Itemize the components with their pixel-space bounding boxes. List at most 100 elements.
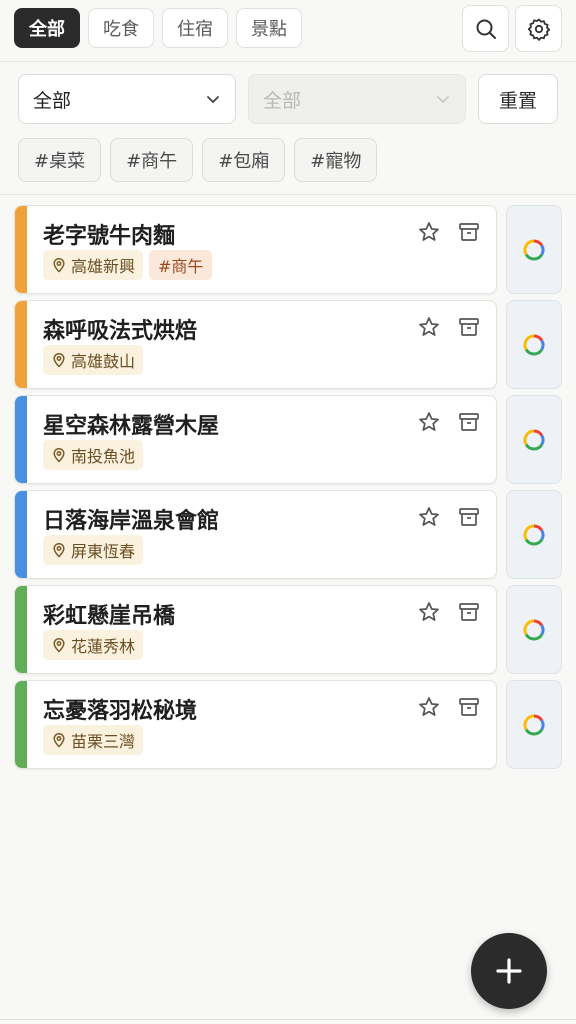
place-badges: 高雄鼓山	[43, 345, 144, 375]
tab-sights[interactable]: 景點	[236, 8, 302, 48]
google-icon	[523, 618, 545, 640]
primary-select[interactable]: 全部	[18, 74, 236, 124]
archive-icon[interactable]	[457, 410, 481, 434]
place-card[interactable]: 彩虹懸崖吊橋 花蓮秀林	[14, 585, 497, 674]
google-link-button[interactable]	[506, 300, 562, 389]
archive-icon[interactable]	[457, 220, 481, 244]
place-card[interactable]: 星空森林露營木屋 南投魚池	[14, 395, 497, 484]
secondary-select-value: 全部	[263, 89, 302, 112]
filter-panel: 全部 全部 重置 #桌菜 #商午 #包廂 #寵物	[0, 62, 576, 195]
divider	[0, 1019, 576, 1020]
place-badges: 花蓮秀林	[43, 630, 144, 660]
google-link-button[interactable]	[506, 395, 562, 484]
tag-filter-private-room[interactable]: #包廂	[202, 138, 286, 182]
list-item: 老字號牛肉麵 高雄新興 #商午	[14, 205, 564, 300]
top-bar: 全部 吃食 住宿 景點	[0, 0, 576, 62]
location-text: 屏東恆春	[71, 542, 136, 561]
location-badge: 高雄新興	[43, 250, 144, 280]
location-badge: 花蓮秀林	[43, 630, 144, 660]
location-badge: 南投魚池	[43, 440, 144, 470]
star-icon[interactable]	[417, 695, 441, 719]
app: 全部 吃食 住宿 景點 全部 全部 重置 #桌菜 #商午 #包廂 #寵物 老字號…	[0, 0, 576, 1024]
chevron-down-icon	[437, 96, 449, 104]
map-pin-icon	[53, 448, 65, 463]
category-color-bar	[15, 586, 27, 673]
list-item: 星空森林露營木屋 南投魚池	[14, 395, 564, 490]
place-title: 日落海岸溫泉會館	[43, 509, 220, 534]
tag-filter-pets[interactable]: #寵物	[294, 138, 378, 182]
category-color-bar	[15, 206, 27, 293]
map-pin-icon	[53, 543, 65, 558]
location-text: 苗栗三灣	[71, 732, 136, 751]
google-icon	[523, 333, 545, 355]
place-title: 彩虹懸崖吊橋	[43, 604, 176, 629]
google-link-button[interactable]	[506, 490, 562, 579]
google-icon	[523, 713, 545, 735]
chevron-down-icon	[207, 96, 219, 104]
place-badges: 苗栗三灣	[43, 725, 144, 755]
map-pin-icon	[53, 353, 65, 368]
star-icon[interactable]	[417, 410, 441, 434]
archive-icon[interactable]	[457, 315, 481, 339]
map-pin-icon	[53, 258, 65, 273]
search-icon	[476, 19, 496, 39]
place-badges: 南投魚池	[43, 440, 144, 470]
category-color-bar	[15, 491, 27, 578]
place-title: 森呼吸法式烘焙	[43, 319, 198, 344]
settings-button[interactable]	[515, 5, 562, 52]
google-icon	[523, 523, 545, 545]
place-badges: 屏東恆春	[43, 535, 144, 565]
tab-lodging[interactable]: 住宿	[162, 8, 228, 48]
place-badges: 高雄新興 #商午	[43, 250, 213, 280]
tag-filter-business-lunch[interactable]: #商午	[110, 138, 194, 182]
place-tag: #商午	[149, 250, 213, 280]
category-tabs: 全部 吃食 住宿 景點	[14, 8, 302, 48]
plus-icon	[496, 958, 522, 984]
tab-food[interactable]: 吃食	[88, 8, 154, 48]
tab-all[interactable]: 全部	[14, 8, 80, 48]
list-item: 森呼吸法式烘焙 高雄鼓山	[14, 300, 564, 395]
location-text: 高雄新興	[71, 257, 136, 276]
archive-icon[interactable]	[457, 695, 481, 719]
place-title: 忘憂落羽松秘境	[43, 699, 198, 724]
map-pin-icon	[53, 638, 65, 653]
place-card[interactable]: 老字號牛肉麵 高雄新興 #商午	[14, 205, 497, 294]
place-card[interactable]: 森呼吸法式烘焙 高雄鼓山	[14, 300, 497, 389]
star-icon[interactable]	[417, 220, 441, 244]
archive-icon[interactable]	[457, 600, 481, 624]
star-icon[interactable]	[417, 505, 441, 529]
place-title: 星空森林露營木屋	[43, 414, 220, 439]
tag-filters: #桌菜 #商午 #包廂 #寵物	[18, 138, 378, 182]
star-icon[interactable]	[417, 600, 441, 624]
category-color-bar	[15, 681, 27, 768]
archive-icon[interactable]	[457, 505, 481, 529]
category-color-bar	[15, 301, 27, 388]
location-badge: 苗栗三灣	[43, 725, 144, 755]
location-text: 高雄鼓山	[71, 352, 136, 371]
add-button[interactable]	[471, 933, 547, 1009]
google-link-button[interactable]	[506, 680, 562, 769]
google-icon	[523, 238, 545, 260]
google-link-button[interactable]	[506, 205, 562, 294]
list-item: 忘憂落羽松秘境 苗栗三灣	[14, 680, 564, 775]
location-badge: 高雄鼓山	[43, 345, 144, 375]
primary-select-value: 全部	[33, 89, 72, 112]
reset-button[interactable]: 重置	[478, 74, 558, 124]
gear-icon	[527, 18, 550, 41]
location-text: 南投魚池	[71, 447, 136, 466]
place-card[interactable]: 忘憂落羽松秘境 苗栗三灣	[14, 680, 497, 769]
secondary-select[interactable]: 全部	[248, 74, 466, 124]
place-title: 老字號牛肉麵	[43, 224, 176, 249]
star-icon[interactable]	[417, 315, 441, 339]
google-link-button[interactable]	[506, 585, 562, 674]
tag-filter-banquet[interactable]: #桌菜	[18, 138, 102, 182]
location-text: 花蓮秀林	[71, 637, 136, 656]
list-item: 日落海岸溫泉會館 屏東恆春	[14, 490, 564, 585]
place-list: 老字號牛肉麵 高雄新興 #商午 森呼吸法式烘焙 高雄鼓山 星空森林露營木屋 南投…	[14, 205, 564, 775]
search-button[interactable]	[462, 5, 509, 52]
category-color-bar	[15, 396, 27, 483]
place-card[interactable]: 日落海岸溫泉會館 屏東恆春	[14, 490, 497, 579]
list-item: 彩虹懸崖吊橋 花蓮秀林	[14, 585, 564, 680]
google-icon	[523, 428, 545, 450]
map-pin-icon	[53, 733, 65, 748]
